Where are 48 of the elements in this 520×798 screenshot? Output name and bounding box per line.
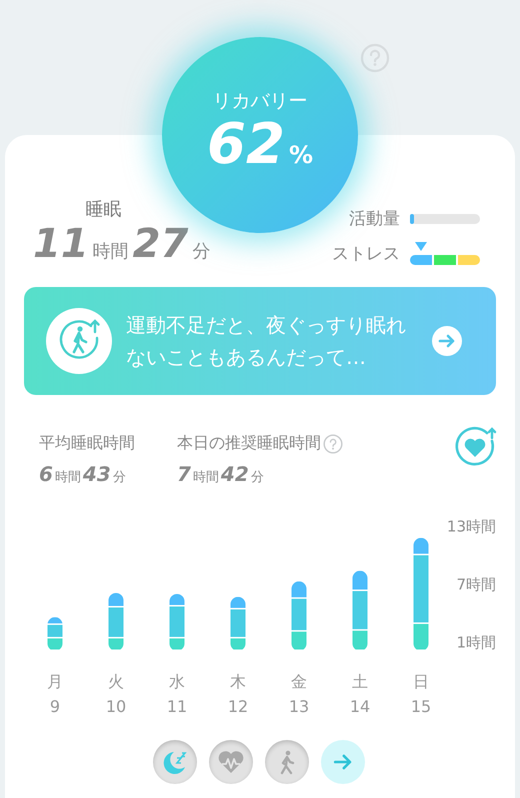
- date-label: 11: [166, 697, 188, 716]
- weekday-label: 日: [413, 672, 429, 691]
- minutes-unit: 分: [250, 469, 264, 486]
- recovery-unit: %: [288, 141, 313, 170]
- stat-hours: 6: [39, 462, 53, 486]
- stat-hours: 7: [177, 462, 191, 486]
- sleep-hours: 11: [33, 221, 89, 267]
- date-label: 9: [50, 697, 60, 716]
- minutes-unit: 分: [192, 240, 210, 263]
- date-label: 12: [228, 697, 248, 716]
- arrow-right-icon[interactable]: [432, 326, 462, 356]
- advice-text: 運動不足だと、夜ぐっすり眠れないこともあるんだって…: [126, 312, 407, 371]
- date-label: 14: [350, 697, 370, 716]
- date-label: 10: [106, 697, 126, 716]
- walking-icon: [46, 308, 112, 374]
- stat-minutes: 42: [220, 462, 249, 486]
- stat-label: 本日の推奨睡眠時間: [177, 433, 321, 454]
- next-button[interactable]: [320, 740, 364, 784]
- sleep-label: 睡眠: [86, 198, 122, 221]
- weekday-label: 水: [169, 672, 185, 691]
- advice-banner[interactable]: 運動不足だと、夜ぐっすり眠れないこともあるんだって…: [24, 287, 496, 395]
- axis-label: 1時間: [456, 633, 496, 652]
- weekday-label: 月: [47, 672, 63, 691]
- heart-tab[interactable]: [208, 740, 252, 784]
- walk-tab[interactable]: [264, 740, 308, 784]
- date-label: 13: [288, 697, 310, 716]
- stress-label: ストレス: [332, 243, 400, 265]
- sleep-minutes: 27: [132, 221, 188, 267]
- activity-label: 活動量: [349, 208, 400, 230]
- pointer-icon: [415, 242, 427, 250]
- minutes-unit: 分: [112, 469, 126, 486]
- hours-unit: 時間: [92, 240, 129, 263]
- stat-minutes: 43: [82, 462, 111, 486]
- weekday-label: 火: [108, 672, 124, 691]
- date-label: 15: [410, 697, 432, 716]
- recovery-label: リカバリー: [212, 89, 308, 114]
- axis-label: 13時間: [446, 517, 496, 536]
- stat-label: 平均睡眠時間: [39, 433, 135, 454]
- weekday-label: 土: [352, 672, 368, 691]
- weekday-label: 金: [291, 672, 307, 691]
- hours-unit: 時間: [192, 469, 219, 486]
- weekday-label: 木: [230, 672, 246, 691]
- recovery-value: 62: [207, 114, 285, 176]
- hours-unit: 時間: [54, 469, 81, 486]
- axis-label: 7時間: [456, 575, 496, 594]
- help-icon[interactable]: [323, 434, 343, 454]
- help-icon[interactable]: [360, 43, 390, 73]
- sleep-tab[interactable]: [152, 740, 196, 784]
